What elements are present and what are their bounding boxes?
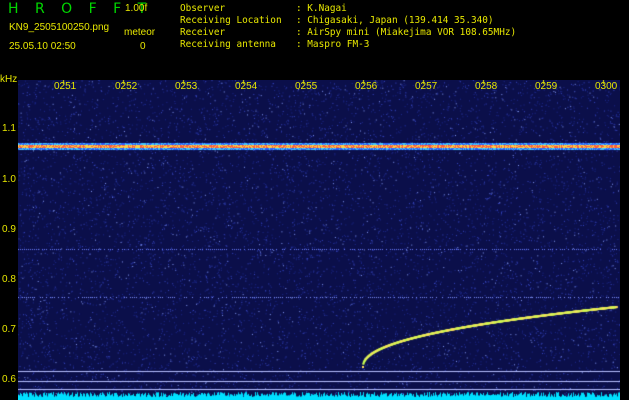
y-tick-label: 0.8: [2, 274, 16, 285]
info-key: Receiver: [180, 27, 226, 38]
spectrogram[interactable]: [18, 80, 620, 400]
info-location: Receiving Location : Chigasaki, Japan (13…: [180, 15, 494, 26]
info-value: : Chigasaki, Japan (139.414 35.340): [296, 15, 494, 26]
y-axis-unit: kHz: [0, 74, 18, 85]
info-antenna: Receiving antenna : Maspro FM-3: [180, 39, 369, 50]
mode-label: meteor: [124, 27, 156, 38]
info-value: : Maspro FM-3: [296, 39, 370, 50]
x-tick-label: 0257: [415, 81, 438, 92]
y-tick-label: 0.6: [2, 374, 16, 385]
y-tick-label: 0.7: [2, 324, 16, 335]
x-tick-label: 0256: [355, 81, 378, 92]
info-value: : AirSpy mini (Miakejima VOR 108.65MHz): [296, 27, 517, 38]
app-version: 1.00f: [125, 3, 148, 14]
info-observer: Observer : K.Nagai: [180, 3, 347, 14]
x-tick-label: 0253: [175, 81, 198, 92]
y-tick-label: 1.1: [2, 123, 16, 134]
info-key: Observer: [180, 3, 226, 14]
y-tick-label: 0.9: [2, 224, 16, 235]
x-tick-label: 0259: [535, 81, 558, 92]
info-key: Receiving antenna: [180, 39, 276, 50]
file-name: KN9_2505100250.png: [9, 22, 110, 33]
mode-value: 0: [140, 41, 146, 52]
info-value: : K.Nagai: [296, 3, 347, 14]
header-panel: H R O F F T 1.00f KN9_2505100250.png 25.…: [0, 0, 629, 85]
x-tick-label: 0254: [235, 81, 258, 92]
y-tick-label: 1.0: [2, 174, 16, 185]
x-tick-label: 0255: [295, 81, 318, 92]
timestamp: 25.05.10 02:50: [9, 41, 76, 52]
x-tick-label: 0258: [475, 81, 498, 92]
x-tick-label: 0300: [595, 81, 618, 92]
info-receiver: Receiver : AirSpy mini (Miakejima VOR 108…: [180, 27, 516, 38]
info-key: Receiving Location: [180, 15, 282, 26]
x-tick-label: 0251: [54, 81, 77, 92]
spectrogram-canvas: [18, 80, 620, 400]
x-tick-label: 0252: [115, 81, 138, 92]
